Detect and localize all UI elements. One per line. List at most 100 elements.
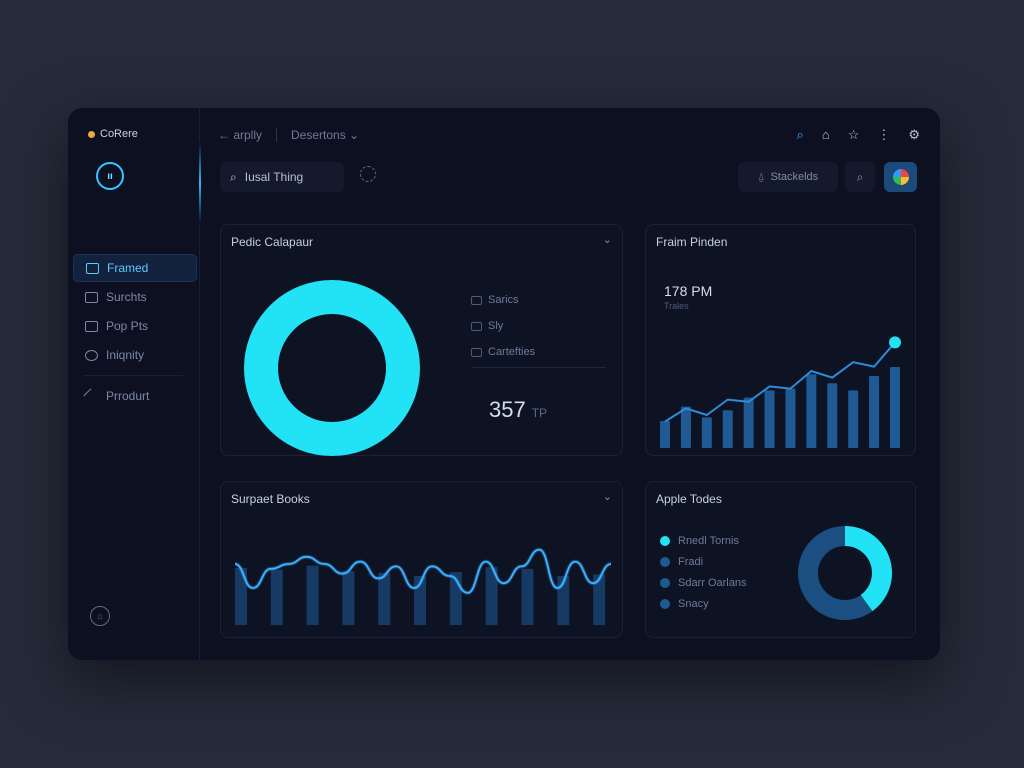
bar: [701, 417, 712, 448]
sidebar-accent-line: [199, 142, 201, 224]
legend-dot: [660, 535, 670, 546]
sidebar-item-surchts[interactable]: Surchts: [73, 283, 197, 311]
card-title: Apple Todes: [656, 492, 722, 506]
donut-chart: [244, 280, 420, 456]
card-title: Pedic Calapaur: [231, 235, 314, 249]
settings-icon[interactable]: ⚙: [908, 127, 920, 143]
bell-icon: ⍙: [757, 170, 765, 183]
dropdown-menu[interactable]: Desertons ⌄: [291, 128, 359, 142]
legend-item[interactable]: Snacy: [660, 593, 746, 614]
sidebar-item-label: Framed: [107, 261, 149, 275]
legend-dot: [660, 556, 670, 567]
legend-dot: [660, 598, 670, 609]
sidebar-item-label: Iniqnity: [106, 348, 145, 362]
legend-item[interactable]: Sarics: [471, 287, 535, 313]
legend-label: Sarics: [488, 294, 519, 306]
value-unit: TP: [531, 406, 548, 420]
legend-label: Fradi: [678, 555, 704, 568]
bar: [890, 367, 900, 448]
wave-bar: [342, 571, 355, 625]
topbar-actions: ⌕ ⌂ ☆ ⋮ ⚙: [797, 127, 920, 143]
card-apple: Apple Todes Rnedl Tornis Fradi Sdarr Oar…: [645, 481, 916, 638]
bar: [722, 410, 733, 448]
legend-label: Sdarr Oarlans: [678, 576, 747, 589]
sidebar-item-prrodurt[interactable]: Prrodurt: [73, 382, 197, 410]
back-link[interactable]: ← arplly: [218, 128, 262, 142]
wave-bar: [378, 572, 391, 625]
list-icon: [85, 320, 98, 332]
apple-legend: Rnedl Tornis Fradi Sdarr Oarlans Snacy: [660, 530, 746, 614]
chevron-down-icon[interactable]: ⌄: [603, 490, 612, 503]
donut-legend: Sarics Sly Cartefties: [471, 287, 535, 365]
legend-dot: [660, 577, 670, 588]
chart-icon: [85, 291, 98, 303]
bar: [764, 390, 775, 448]
sidebar: CoRere ıı Framed Surchts Pop Pts Iniqnit…: [68, 108, 200, 660]
sidebar-item-iniqnity[interactable]: Iniqnity: [73, 341, 197, 369]
bar-line-chart: [660, 336, 901, 448]
star-icon[interactable]: ☆: [848, 127, 860, 143]
stackelds-label: Stackelds: [770, 171, 819, 183]
divider: [471, 367, 606, 368]
pen-icon: [83, 387, 100, 405]
search-icon[interactable]: ⌕: [797, 127, 804, 143]
legend-item[interactable]: Fradi: [660, 551, 746, 572]
legend-icon: [471, 321, 482, 331]
bar: [785, 388, 796, 448]
brand-logo[interactable]: CoRere: [88, 128, 138, 140]
legend-label: Cartefties: [488, 346, 536, 358]
legend-item[interactable]: Cartefties: [471, 339, 535, 365]
wave-chart: [235, 547, 612, 625]
legend-item[interactable]: Sdarr Oarlans: [660, 572, 746, 593]
profile-ring-button[interactable]: ıı: [96, 162, 124, 190]
nav-divider: [83, 375, 183, 376]
donut-value: 357 TP: [489, 397, 547, 423]
bar: [869, 376, 880, 448]
bar: [827, 383, 838, 448]
legend-item[interactable]: Sly: [471, 313, 535, 339]
legend-icon: [471, 347, 482, 357]
topbar-divider: [276, 128, 278, 142]
search-icon: ⌕: [856, 169, 864, 184]
search-button[interactable]: ⌕: [845, 162, 875, 192]
bar: [806, 374, 817, 448]
donut-ring: [244, 280, 420, 456]
bar: [848, 390, 859, 448]
sidebar-item-pop-pts[interactable]: Pop Pts: [73, 312, 197, 340]
lock-icon[interactable]: ⌂: [90, 606, 110, 626]
stackelds-button[interactable]: ⍙ Stackelds: [738, 162, 838, 192]
trend-line: [664, 341, 896, 423]
card-wave: Surpaet Books ⌄: [220, 481, 623, 638]
card-title: Surpaet Books: [231, 492, 310, 506]
search-icon: ⌕: [230, 169, 237, 184]
bar: [660, 421, 670, 448]
search-input[interactable]: ⌕ Iusal Thing: [220, 162, 344, 192]
search-value: Iusal Thing: [244, 170, 304, 184]
wave-bar: [270, 569, 283, 625]
legend-label: Snacy: [678, 597, 709, 610]
card-trend: Fraim Pinden 178 PM Trales: [645, 224, 916, 456]
home-icon[interactable]: ⌂: [822, 127, 830, 143]
sidebar-item-label: Pop Pts: [106, 319, 149, 333]
legend-icon: [471, 295, 482, 305]
card-donut: Pedic Calapaur ⌄ Sarics Sly Cartefties 3…: [220, 224, 623, 456]
sidebar-item-framed[interactable]: Framed: [73, 254, 197, 282]
framed-icon: [86, 262, 99, 274]
avatar: [892, 169, 909, 185]
sidebar-nav: Framed Surchts Pop Pts Iniqnity Prrodurt: [73, 254, 197, 411]
apple-donut-chart: [798, 526, 892, 620]
card-title: Fraim Pinden: [656, 235, 728, 249]
stat-value: 178 PM: [664, 283, 713, 299]
sidebar-item-label: Prrodurt: [106, 389, 150, 403]
filter-icon[interactable]: [360, 166, 376, 182]
more-icon[interactable]: ⋮: [877, 127, 890, 143]
trend-endpoint: [889, 336, 901, 349]
legend-label: Rnedl Tornis: [678, 534, 739, 547]
globe-icon: [85, 349, 98, 361]
avatar-button[interactable]: [884, 162, 917, 192]
value-number: 357: [489, 397, 526, 422]
legend-label: Sly: [488, 320, 504, 332]
brand-dot-icon: [88, 130, 95, 138]
legend-item[interactable]: Rnedl Tornis: [660, 530, 746, 551]
chevron-down-icon[interactable]: ⌄: [603, 233, 612, 246]
